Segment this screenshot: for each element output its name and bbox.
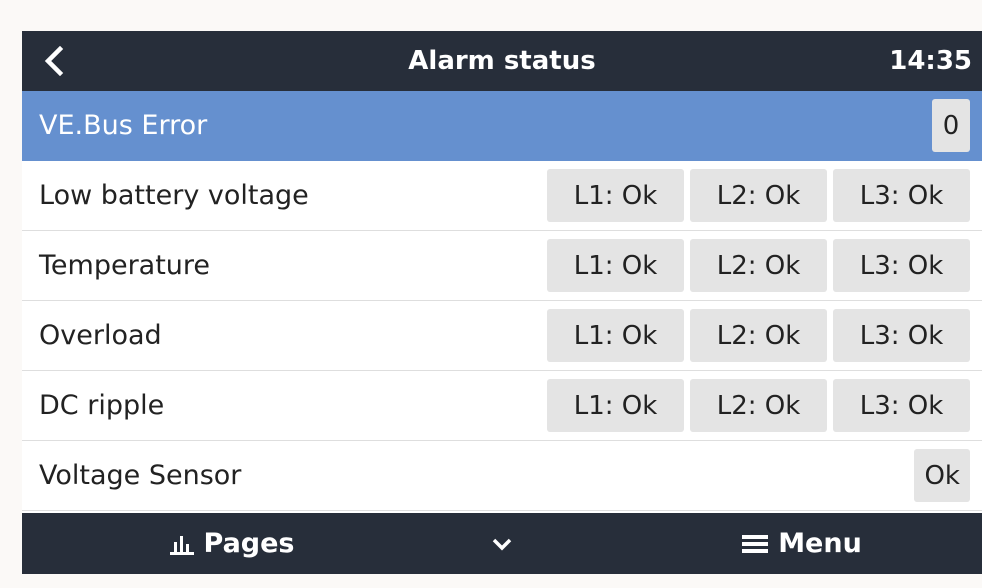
menu-label: Menu [778, 528, 862, 559]
clock: 14:35 [889, 46, 972, 76]
list-item-label: DC ripple [39, 390, 165, 421]
list-item-low-battery-voltage[interactable]: Low battery voltage L1: Ok L2: Ok L3: Ok [22, 161, 982, 231]
phase-badge-l3: L3: Ok [833, 239, 970, 292]
list-item-vebus-error[interactable]: VE.Bus Error 0 [22, 91, 982, 161]
pages-label: Pages [203, 528, 295, 559]
value-badge: 0 [932, 99, 970, 152]
value-group: Ok [914, 449, 970, 502]
phase-badge-l2: L2: Ok [690, 309, 827, 362]
footer-bar: Pages Menu [22, 513, 982, 574]
bar-chart-icon [169, 535, 194, 555]
phase-badge-l1: L1: Ok [547, 239, 684, 292]
header-bar: Alarm status 14:35 [22, 31, 982, 91]
list-item-label: Overload [39, 320, 162, 351]
list-item-label: VE.Bus Error [39, 110, 208, 141]
list-item-label: Low battery voltage [39, 180, 309, 211]
list-item-label: Voltage Sensor [39, 460, 242, 491]
phase-badge-l2: L2: Ok [690, 239, 827, 292]
phase-badges: L1: Ok L2: Ok L3: Ok [547, 239, 970, 292]
phase-badge-l1: L1: Ok [547, 379, 684, 432]
alarm-status-screen: Alarm status 14:35 VE.Bus Error 0 Low ba… [22, 31, 982, 574]
value-badge: Ok [914, 449, 970, 502]
list-item-temperature[interactable]: Temperature L1: Ok L2: Ok L3: Ok [22, 231, 982, 301]
back-button[interactable] [34, 43, 74, 79]
phase-badge-l2: L2: Ok [690, 379, 827, 432]
phase-badges: L1: Ok L2: Ok L3: Ok [547, 309, 970, 362]
phase-badges: L1: Ok L2: Ok L3: Ok [547, 379, 970, 432]
scroll-down-button[interactable] [482, 513, 532, 574]
pages-button[interactable]: Pages [112, 513, 352, 574]
list-item-voltage-sensor[interactable]: Voltage Sensor Ok [22, 441, 982, 511]
value-group: 0 [932, 99, 970, 152]
list-item-label: Temperature [39, 250, 211, 281]
phase-badge-l3: L3: Ok [833, 379, 970, 432]
phase-badge-l1: L1: Ok [547, 169, 684, 222]
phase-badges: L1: Ok L2: Ok L3: Ok [547, 169, 970, 222]
phase-badge-l2: L2: Ok [690, 169, 827, 222]
phase-badge-l1: L1: Ok [547, 309, 684, 362]
list-item-overload[interactable]: Overload L1: Ok L2: Ok L3: Ok [22, 301, 982, 371]
alarm-list: VE.Bus Error 0 Low battery voltage L1: O… [22, 91, 982, 511]
menu-button[interactable]: Menu [682, 513, 922, 574]
chevron-down-icon [492, 538, 512, 550]
hamburger-menu-icon [742, 534, 769, 553]
phase-badge-l3: L3: Ok [833, 169, 970, 222]
page-title: Alarm status [408, 46, 596, 76]
list-item-dc-ripple[interactable]: DC ripple L1: Ok L2: Ok L3: Ok [22, 371, 982, 441]
phase-badge-l3: L3: Ok [833, 309, 970, 362]
chevron-left-icon [44, 46, 64, 76]
